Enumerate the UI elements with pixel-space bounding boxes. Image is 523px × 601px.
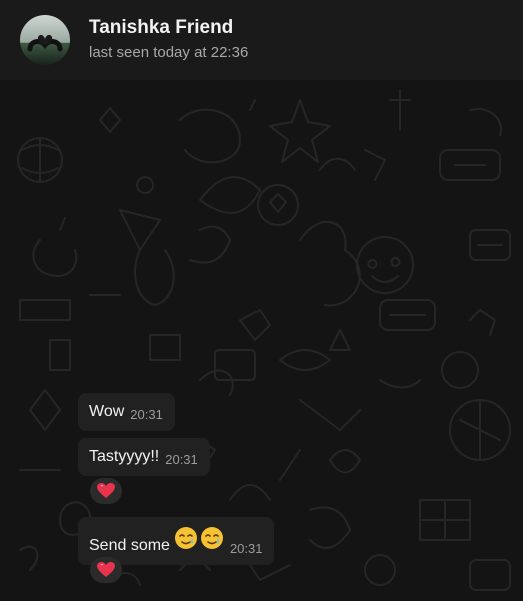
smiling-face-with-tear-icon [174,526,198,556]
heart-icon [97,562,115,577]
message-bubble[interactable]: Tastyyyy!! 20:31 [78,438,210,476]
reaction-badge[interactable] [90,557,122,583]
contact-avatar[interactable] [20,15,70,65]
message-area[interactable]: Wow 20:31 Tastyyyy!! 20:31 Send some 20:… [0,80,523,601]
message-bubble[interactable]: Wow 20:31 [78,393,175,431]
message-text: Wow [89,403,125,420]
last-seen-status: last seen today at 22:36 [89,44,249,61]
heart-icon [97,483,115,498]
reaction-badge[interactable] [90,478,122,504]
message-time: 20:31 [130,407,163,422]
message-text: Tastyyyy!! [89,448,160,465]
avatar-image [20,15,70,65]
message-time: 20:31 [165,452,198,467]
chat-header[interactable]: Tanishka Friend last seen today at 22:36 [0,0,523,80]
chat-window: Tanishka Friend last seen today at 22:36 [0,0,523,601]
contact-name[interactable]: Tanishka Friend [89,17,248,39]
message-time: 20:31 [229,541,263,556]
smiling-face-with-tear-icon [200,526,224,556]
message-text: Send some [89,537,170,554]
